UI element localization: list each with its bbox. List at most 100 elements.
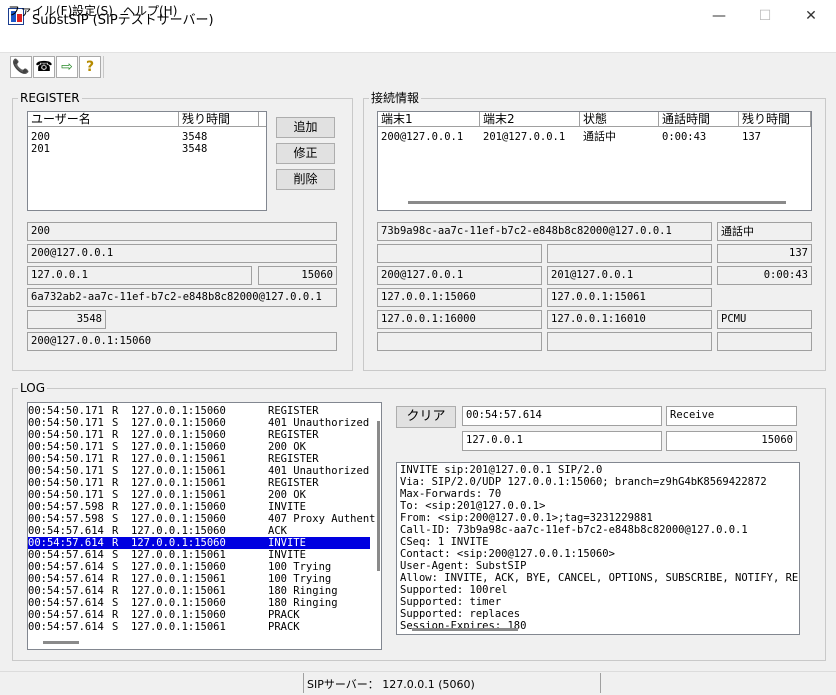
log-entry[interactable]: 00:54:57.614 S 127.0.0.1:15060 100 Trying <box>28 561 370 573</box>
conn-blank6-field[interactable] <box>717 332 812 351</box>
conn-duration-field[interactable]: 0:00:43 <box>717 266 812 285</box>
log-time: 00:54:57.598 <box>28 501 104 513</box>
log-message: PRACK <box>268 621 300 633</box>
maximize-button[interactable]: ☐ <box>742 0 788 33</box>
log-address: 127.0.0.1:15060 <box>131 429 226 441</box>
conn-blank5-field[interactable] <box>547 332 712 351</box>
log-entry[interactable]: 00:54:57.614 R 127.0.0.1:15060 ACK <box>28 525 370 537</box>
column-term1[interactable]: 端末1 <box>378 112 480 127</box>
conn-sig1-field[interactable]: 127.0.0.1:15060 <box>377 288 542 307</box>
reg-expires-field[interactable]: 3548 <box>27 310 106 329</box>
message-hscroll[interactable] <box>412 628 518 631</box>
log-time-field[interactable]: 00:54:57.614 <box>462 406 662 426</box>
reg-user-field[interactable]: 200 <box>27 222 337 241</box>
conn-term2-field[interactable]: 201@127.0.0.1 <box>547 266 712 285</box>
connection-list[interactable]: 端末1 端末2 状態 通話時間 残り時間 200@127.0.0.1 201@1… <box>377 111 812 211</box>
conn-media2-field[interactable]: 127.0.0.1:16010 <box>547 310 712 329</box>
log-entry[interactable]: 00:54:50.171 R 127.0.0.1:15060 REGISTER <box>28 429 370 441</box>
conn-callid-field[interactable]: 73b9a98c-aa7c-11ef-b7c2-e848b8c82000@127… <box>377 222 712 241</box>
exit-button[interactable]: ⇨ <box>56 56 78 78</box>
add-button[interactable]: 追加 <box>276 117 335 138</box>
register-list[interactable]: ユーザー名 残り時間 200 3548 201 3548 <box>27 111 267 211</box>
log-time: 00:54:57.614 <box>28 585 104 597</box>
log-address: 127.0.0.1:15060 <box>131 441 226 453</box>
log-time: 00:54:57.614 <box>28 621 104 633</box>
log-direction-field[interactable]: Receive <box>666 406 797 426</box>
conn-remaining-field[interactable]: 137 <box>717 244 812 263</box>
sip-message-line: Supported: 100rel <box>400 584 508 596</box>
log-address: 127.0.0.1:15060 <box>131 597 226 609</box>
reg-aor-field[interactable]: 200@127.0.0.1 <box>27 244 337 263</box>
conn-codec-field[interactable]: PCMU <box>717 310 812 329</box>
log-entry[interactable]: 00:54:50.171 R 127.0.0.1:15061 REGISTER <box>28 453 370 465</box>
conn-blank4-field[interactable] <box>377 332 542 351</box>
call-button[interactable]: 📞 <box>10 56 32 78</box>
toolbar-separator <box>103 56 104 78</box>
log-entry[interactable]: 00:54:57.598 R 127.0.0.1:15060 INVITE <box>28 501 370 513</box>
log-vscroll[interactable] <box>377 421 380 571</box>
log-direction: R <box>112 537 119 549</box>
hangup-icon: ☎ <box>35 59 53 75</box>
log-entry[interactable]: 00:54:57.614 S 127.0.0.1:15061 PRACK <box>28 621 370 633</box>
reg-port-field[interactable]: 15060 <box>258 266 337 285</box>
delete-button[interactable]: 削除 <box>276 169 335 190</box>
reg-callid-field[interactable]: 6a732ab2-aa7c-11ef-b7c2-e848b8c82000@127… <box>27 288 337 307</box>
edit-button[interactable]: 修正 <box>276 143 335 164</box>
log-entry[interactable]: 00:54:50.171 S 127.0.0.1:15061 200 OK <box>28 489 370 501</box>
conn-state-field[interactable]: 通話中 <box>717 222 812 241</box>
conn-media1-field[interactable]: 127.0.0.1:16000 <box>377 310 542 329</box>
column-user[interactable]: ユーザー名 <box>28 112 179 127</box>
log-message: 100 Trying <box>268 573 332 585</box>
phone-icon: 📞 <box>12 59 30 75</box>
log-entry[interactable]: 00:54:50.171 S 127.0.0.1:15060 200 OK <box>28 441 370 453</box>
log-entry[interactable]: 00:54:50.171 R 127.0.0.1:15061 REGISTER <box>28 477 370 489</box>
clear-button[interactable]: クリア <box>396 406 456 428</box>
log-entry[interactable]: 00:54:57.614 S 127.0.0.1:15060 180 Ringing <box>28 597 370 609</box>
log-message: 407 Proxy Authent <box>268 513 376 525</box>
column-conn-remaining[interactable]: 残り時間 <box>739 112 811 127</box>
help-button[interactable]: ? <box>79 56 101 78</box>
column-duration[interactable]: 通話時間 <box>659 112 739 127</box>
connection-hscroll[interactable] <box>408 201 786 204</box>
register-row[interactable]: 201 3548 <box>28 143 266 155</box>
menu-help[interactable]: ヘルプ(H) <box>123 2 177 19</box>
log-direction: R <box>112 429 119 441</box>
log-direction: S <box>112 513 119 525</box>
menu-file[interactable]: ファイル(F) <box>8 2 72 19</box>
sip-message-view[interactable]: INVITE sip:201@127.0.0.1 SIP/2.0 Via: SIP… <box>396 462 800 635</box>
column-remaining[interactable]: 残り時間 <box>179 112 259 127</box>
log-ip-field[interactable]: 127.0.0.1 <box>462 431 662 451</box>
log-direction: R <box>112 585 119 597</box>
log-entry[interactable]: 00:54:50.171 R 127.0.0.1:15060 REGISTER <box>28 405 370 417</box>
reg-ip-field[interactable]: 127.0.0.1 <box>27 266 252 285</box>
log-entry-selected[interactable]: 00:54:57.614 R 127.0.0.1:15060 INVITE <box>28 537 370 549</box>
log-message: INVITE <box>268 501 306 513</box>
minimize-button[interactable]: — <box>696 0 742 33</box>
conn-term1-field[interactable]: 200@127.0.0.1 <box>377 266 542 285</box>
column-state[interactable]: 状態 <box>580 112 659 127</box>
register-row[interactable]: 200 3548 <box>28 131 266 143</box>
log-port-field[interactable]: 15060 <box>666 431 797 451</box>
log-message: PRACK <box>268 609 300 621</box>
log-entry[interactable]: 00:54:57.614 S 127.0.0.1:15061 INVITE <box>28 549 370 561</box>
conn-blank2-field[interactable] <box>547 244 712 263</box>
conn-sig2-field[interactable]: 127.0.0.1:15061 <box>547 288 712 307</box>
conn-blank1-field[interactable] <box>377 244 542 263</box>
log-entry[interactable]: 00:54:57.614 R 127.0.0.1:15061 180 Ringing <box>28 585 370 597</box>
column-term2[interactable]: 端末2 <box>480 112 580 127</box>
log-entry[interactable]: 00:54:57.598 S 127.0.0.1:15060 407 Proxy Au… <box>28 513 375 525</box>
connection-row[interactable]: 200@127.0.0.1 201@127.0.0.1 通話中 0:00:43 … <box>378 131 811 144</box>
log-entry[interactable]: 00:54:57.614 R 127.0.0.1:15060 PRACK <box>28 609 370 621</box>
sip-message-line: Via: SIP/2.0/UDP 127.0.0.1:15060; branch… <box>400 476 767 488</box>
log-entry[interactable]: 00:54:50.171 S 127.0.0.1:15060 401 Unauthor… <box>28 417 370 429</box>
menu-settings[interactable]: 設定(S) <box>72 2 113 19</box>
log-hscroll[interactable] <box>43 641 79 644</box>
hangup-button[interactable]: ☎ <box>33 56 55 78</box>
reg-contact-field[interactable]: 200@127.0.0.1:15060 <box>27 332 337 351</box>
close-button[interactable]: ✕ <box>788 0 834 33</box>
log-direction: S <box>112 489 119 501</box>
log-list[interactable]: 00:54:50.171 R 127.0.0.1:15060 REGISTER 00:5… <box>27 402 382 650</box>
log-entry[interactable]: 00:54:50.171 S 127.0.0.1:15061 401 Unauthor… <box>28 465 370 477</box>
log-group-title: LOG <box>18 381 48 395</box>
log-entry[interactable]: 00:54:57.614 R 127.0.0.1:15061 100 Trying <box>28 573 370 585</box>
